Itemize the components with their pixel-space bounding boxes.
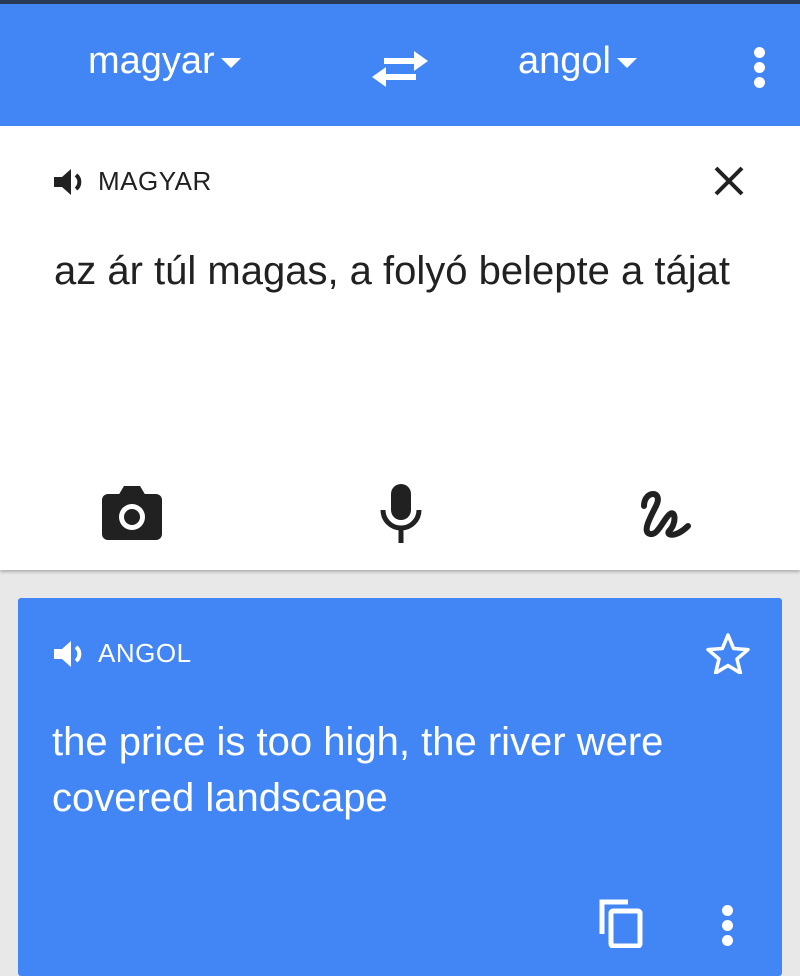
more-vert-icon[interactable] (708, 900, 748, 950)
close-icon[interactable] (712, 164, 746, 198)
swap-arrows-icon (372, 51, 428, 87)
app-bar: magyar angol (0, 4, 800, 126)
source-input-card: MAGYAR az ár túl magas, a folyó belepte … (0, 126, 800, 570)
speaker-icon[interactable] (52, 639, 88, 669)
target-card-header: ANGOL (52, 638, 192, 669)
source-language-selector[interactable]: magyar (88, 42, 241, 80)
star-icon[interactable] (706, 632, 750, 674)
dropdown-caret-icon (616, 58, 637, 68)
target-language-heading: ANGOL (98, 638, 192, 668)
copy-icon[interactable] (598, 898, 644, 948)
dropdown-caret-icon (220, 58, 241, 68)
handwriting-icon[interactable] (636, 484, 696, 542)
source-card-header: MAGYAR (52, 166, 212, 197)
source-language-label: magyar (88, 40, 215, 82)
speaker-icon[interactable] (52, 167, 88, 197)
swap-languages-button[interactable] (370, 44, 430, 92)
source-text[interactable]: az ár túl magas, a folyó belepte a tájat (54, 246, 754, 296)
microphone-icon[interactable] (378, 482, 424, 544)
camera-icon[interactable] (100, 484, 164, 544)
translation-output-card: ANGOL the price is too high, the river w… (18, 598, 782, 976)
target-language-label: angol (518, 40, 611, 82)
translated-text[interactable]: the price is too high, the river were co… (52, 714, 752, 826)
target-language-selector[interactable]: angol (518, 42, 637, 80)
more-vert-icon[interactable] (740, 42, 780, 92)
source-language-heading: MAGYAR (98, 166, 212, 196)
